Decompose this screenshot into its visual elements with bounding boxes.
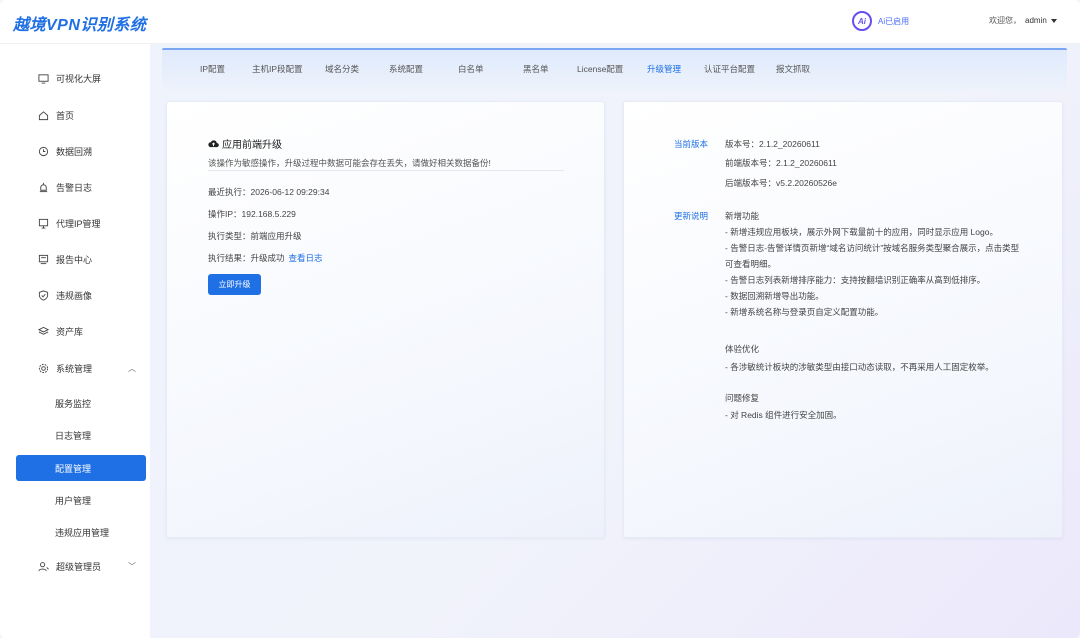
- chevron-down-icon: ﹀: [128, 561, 136, 571]
- frontend-version: 前端版本号：2.1.2_20260611: [725, 158, 837, 168]
- tab-whitelist[interactable]: 白名单: [458, 63, 484, 75]
- changelog-line: - 新增违规应用板块，展示外网下载量前十的应用，同时显示应用 Logo。: [725, 227, 998, 237]
- sidebar-item-label: 数据回溯: [56, 146, 93, 157]
- alarm-icon: [38, 182, 49, 193]
- sidebar-item-label: 报告中心: [56, 254, 93, 265]
- monitor-icon: [38, 73, 49, 84]
- sidebar-subitem-service-monitor[interactable]: 服务监控: [16, 390, 146, 416]
- sidebar-item-violation-profile[interactable]: 违规画像: [0, 282, 150, 308]
- ai-status-text: Ai已启用: [878, 16, 910, 26]
- history-icon: [38, 146, 49, 157]
- sidebar-subitem-label: 用户管理: [55, 495, 92, 506]
- report-icon: [38, 254, 49, 265]
- tab-system-config[interactable]: 系统配置: [389, 63, 423, 75]
- sidebar-item-dashboard[interactable]: 可视化大屏: [0, 65, 150, 91]
- upgrade-card: 应用前端升级 该操作为敏感操作，升级过程中数据可能会存在丢失，请做好相关数据备份…: [166, 101, 605, 538]
- sidebar-subitem-violation-apps[interactable]: 违规应用管理: [16, 519, 146, 545]
- tab-auth-platform[interactable]: 认证平台配置: [704, 63, 755, 75]
- shield-icon: [38, 289, 49, 301]
- changelog-line: - 数据回溯新增导出功能。: [725, 291, 824, 301]
- sidebar-item-label: 超级管理员: [56, 561, 102, 572]
- view-log-link[interactable]: 查看日志: [289, 253, 323, 263]
- exec-type: 执行类型：前端应用升级: [208, 231, 302, 241]
- changelog-line: - 告警日志列表新增排序能力：支持按翻墙识别正确率从高到低排序。: [725, 275, 986, 285]
- layers-icon: [38, 326, 49, 337]
- sidebar-item-home[interactable]: 首页: [0, 102, 150, 128]
- exec-result: 执行结果：升级成功 查看日志: [208, 252, 323, 264]
- sidebar-item-super-admin[interactable]: 超级管理员 ﹀: [0, 553, 150, 579]
- home-icon: [38, 110, 49, 121]
- tab-host-ip-range[interactable]: 主机IP段配置: [252, 63, 303, 75]
- changelog-line: - 各涉敏统计板块的涉敏类型由接口动态读取，不再采用人工固定枚举。: [725, 362, 994, 372]
- settings-icon: [38, 363, 49, 374]
- sidebar-item-proxy-ip[interactable]: 代理IP管理: [0, 210, 150, 236]
- user-menu[interactable]: 欢迎您， admin: [989, 15, 1057, 26]
- sidebar: 可视化大屏 首页 数据回溯 告警日志 代理IP管理 报告中心 违规画像 资产库: [0, 44, 150, 638]
- proxy-icon: [38, 218, 49, 229]
- chevron-up-icon: ︿: [128, 363, 136, 373]
- sidebar-item-label: 系统管理: [56, 363, 93, 374]
- upgrade-now-button[interactable]: 立即升级: [208, 274, 261, 295]
- changelog-line: - 新增系统名称与登录页自定义配置功能。: [725, 307, 884, 317]
- sidebar-subitem-config-management[interactable]: 配置管理: [16, 455, 146, 481]
- tab-ip-config[interactable]: IP配置: [200, 63, 225, 75]
- sidebar-subitem-label: 日志管理: [55, 430, 92, 441]
- sidebar-subitem-label: 配置管理: [55, 463, 92, 474]
- config-tabs: IP配置 主机IP段配置 域名分类 系统配置 白名单 黑名单 License配置…: [162, 48, 1067, 92]
- sidebar-item-system-management[interactable]: 系统管理 ︿: [0, 355, 150, 381]
- new-features-title: 新增功能: [725, 211, 760, 221]
- fix-title: 问题修复: [725, 393, 760, 403]
- tab-packet-capture[interactable]: 报文抓取: [776, 63, 810, 75]
- sidebar-subitem-user-management[interactable]: 用户管理: [16, 487, 146, 513]
- sidebar-item-alarm-log[interactable]: 告警日志: [0, 174, 150, 200]
- tab-domain-category[interactable]: 域名分类: [325, 63, 359, 75]
- tab-blacklist[interactable]: 黑名单: [523, 63, 549, 75]
- caret-down-icon: [1050, 18, 1057, 23]
- upgrade-warning: 该操作为敏感操作，升级过程中数据可能会存在丢失，请做好相关数据备份!: [208, 158, 491, 168]
- divider: [208, 170, 564, 171]
- sidebar-subitem-log-management[interactable]: 日志管理: [16, 422, 146, 448]
- changelog-line: 可查看明细。: [725, 259, 777, 269]
- sidebar-item-label: 告警日志: [56, 182, 93, 193]
- operator-ip: 操作IP：192.168.5.229: [208, 209, 296, 219]
- sidebar-item-report[interactable]: 报告中心: [0, 246, 150, 272]
- tab-license-config[interactable]: License配置: [577, 63, 623, 75]
- sidebar-item-backtrack[interactable]: 数据回溯: [0, 138, 150, 164]
- ai-status-badge[interactable]: Ai Ai已启用: [852, 11, 909, 31]
- last-exec-time: 最近执行：2026-06-12 09:29:34: [208, 187, 330, 197]
- top-header: 越境VPN识别系统 Ai Ai已启用 欢迎您， admin: [0, 0, 1080, 44]
- main-content: IP配置 主机IP段配置 域名分类 系统配置 白名单 黑名单 License配置…: [150, 44, 1080, 638]
- backend-version: 后端版本号：v5.2.20260526e: [725, 178, 837, 188]
- current-version-label: 当前版本: [674, 139, 709, 149]
- sidebar-item-assets[interactable]: 资产库: [0, 318, 150, 344]
- sidebar-subitem-label: 服务监控: [55, 398, 92, 409]
- username: admin: [1025, 16, 1047, 25]
- changelog-line: - 告警日志-告警详情页新增“域名访问统计”按域名服务类型聚合展示，点击类型: [725, 243, 1020, 253]
- sidebar-item-label: 资产库: [56, 326, 84, 337]
- sidebar-item-label: 首页: [56, 110, 75, 121]
- upgrade-title: 应用前端升级: [208, 136, 282, 151]
- welcome-text: 欢迎您，: [989, 16, 1021, 25]
- ux-title: 体验优化: [725, 344, 760, 354]
- sidebar-subitem-label: 违规应用管理: [55, 527, 110, 538]
- user-icon: [38, 561, 49, 572]
- upgrade-title-text: 应用前端升级: [222, 140, 282, 151]
- sidebar-item-label: 代理IP管理: [56, 218, 101, 229]
- version-number: 版本号：2.1.2_20260611: [725, 139, 820, 149]
- sidebar-item-label: 可视化大屏: [56, 73, 102, 84]
- tab-upgrade-management[interactable]: 升级管理: [647, 63, 681, 75]
- changelog-label: 更新说明: [674, 211, 709, 221]
- sidebar-item-label: 违规画像: [56, 290, 93, 301]
- changelog-line: - 对 Redis 组件进行安全加固。: [725, 410, 842, 420]
- app-logo: 越境VPN识别系统: [13, 17, 147, 34]
- ai-icon: Ai: [852, 11, 872, 31]
- app-window: 越境VPN识别系统 Ai Ai已启用 欢迎您， admin 可视化大屏 首页 数…: [0, 0, 1080, 638]
- version-card: 当前版本 版本号：2.1.2_20260611 前端版本号：2.1.2_2026…: [623, 101, 1063, 538]
- cloud-upload-icon: [208, 140, 219, 148]
- exec-result-text: 执行结果：升级成功: [208, 253, 285, 263]
